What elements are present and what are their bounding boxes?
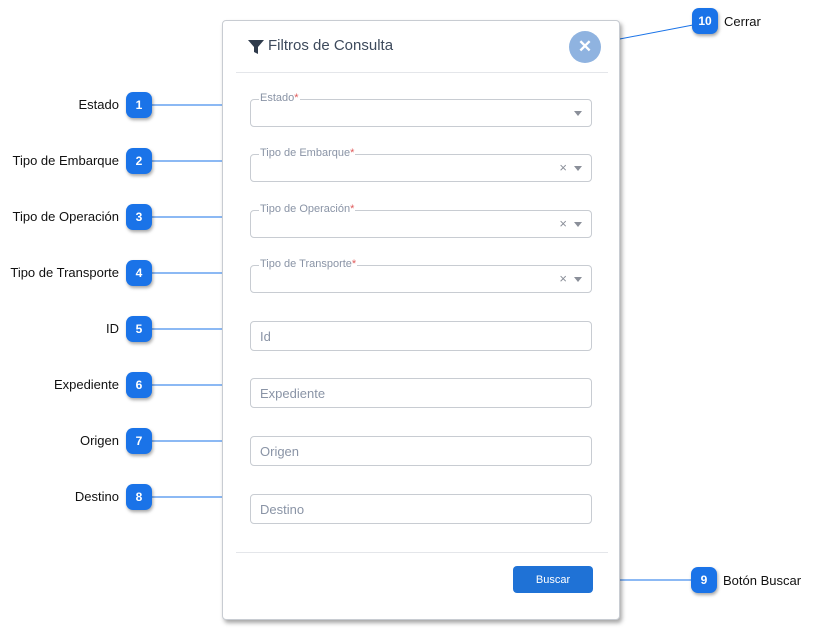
annotation-label-expediente: Expediente <box>53 377 119 392</box>
annotation-label-cerrar: Cerrar <box>724 14 761 29</box>
header-divider <box>236 72 608 73</box>
estado-select[interactable]: Estado* <box>250 91 592 127</box>
annotation-label-tipo-transporte: Tipo de Transporte <box>10 265 119 280</box>
origen-field-wrap <box>250 436 592 466</box>
chevron-down-icon[interactable] <box>574 277 582 282</box>
tipo-embarque-select[interactable]: Tipo de Embarque* × <box>250 146 592 182</box>
annotation-label-tipo-operacion: Tipo de Operación <box>12 209 119 224</box>
clear-icon[interactable]: × <box>559 161 567 175</box>
annotation-badge-9: 9 <box>691 567 717 593</box>
modal-title: Filtros de Consulta <box>268 37 394 54</box>
filter-modal: Filtros de Consulta ✕ Estado* Tipo de Em… <box>222 20 620 620</box>
clear-icon[interactable]: × <box>559 272 567 286</box>
estado-label: Estado* <box>259 91 300 105</box>
annotation-label-estado: Estado <box>78 97 119 112</box>
expediente-input[interactable] <box>251 379 591 407</box>
annotation-badge-4: 4 <box>126 260 152 286</box>
annotation-label-buscar: Botón Buscar <box>723 573 802 588</box>
annotation-badge-8: 8 <box>126 484 152 510</box>
clear-icon[interactable]: × <box>559 217 567 231</box>
annotation-badge-5: 5 <box>126 316 152 342</box>
id-field-wrap <box>250 321 592 351</box>
buscar-button[interactable]: Buscar <box>513 566 593 593</box>
close-button[interactable]: ✕ <box>569 31 601 63</box>
origen-input[interactable] <box>251 437 591 465</box>
id-input[interactable] <box>251 322 591 350</box>
annotation-label-destino: Destino <box>74 489 119 504</box>
expediente-field-wrap <box>250 378 592 408</box>
annotation-badge-10: 10 <box>692 8 718 34</box>
annotation-badge-6: 6 <box>126 372 152 398</box>
destino-field-wrap <box>250 494 592 524</box>
tipo-operacion-select[interactable]: Tipo de Operación* × <box>250 202 592 238</box>
chevron-down-icon[interactable] <box>574 166 582 171</box>
annotation-badge-7: 7 <box>126 428 152 454</box>
annotation-label-id: ID <box>106 321 119 336</box>
tipo-embarque-label: Tipo de Embarque* <box>259 146 356 160</box>
annotation-badge-1: 1 <box>126 92 152 118</box>
annotation-badge-3: 3 <box>126 204 152 230</box>
footer-divider <box>236 552 608 553</box>
chevron-down-icon[interactable] <box>574 222 582 227</box>
tipo-transporte-select[interactable]: Tipo de Transporte* × <box>250 257 592 293</box>
tipo-operacion-label: Tipo de Operación* <box>259 202 356 216</box>
chevron-down-icon[interactable] <box>574 111 582 116</box>
filter-icon <box>248 40 264 54</box>
tipo-transporte-label: Tipo de Transporte* <box>259 257 358 271</box>
destino-input[interactable] <box>251 495 591 523</box>
close-icon: ✕ <box>577 37 593 56</box>
annotation-label-tipo-embarque: Tipo de Embarque <box>12 153 119 168</box>
modal-header: Filtros de Consulta ✕ <box>223 21 619 73</box>
annotation-label-origen: Origen <box>79 433 119 448</box>
annotation-badge-2: 2 <box>126 148 152 174</box>
